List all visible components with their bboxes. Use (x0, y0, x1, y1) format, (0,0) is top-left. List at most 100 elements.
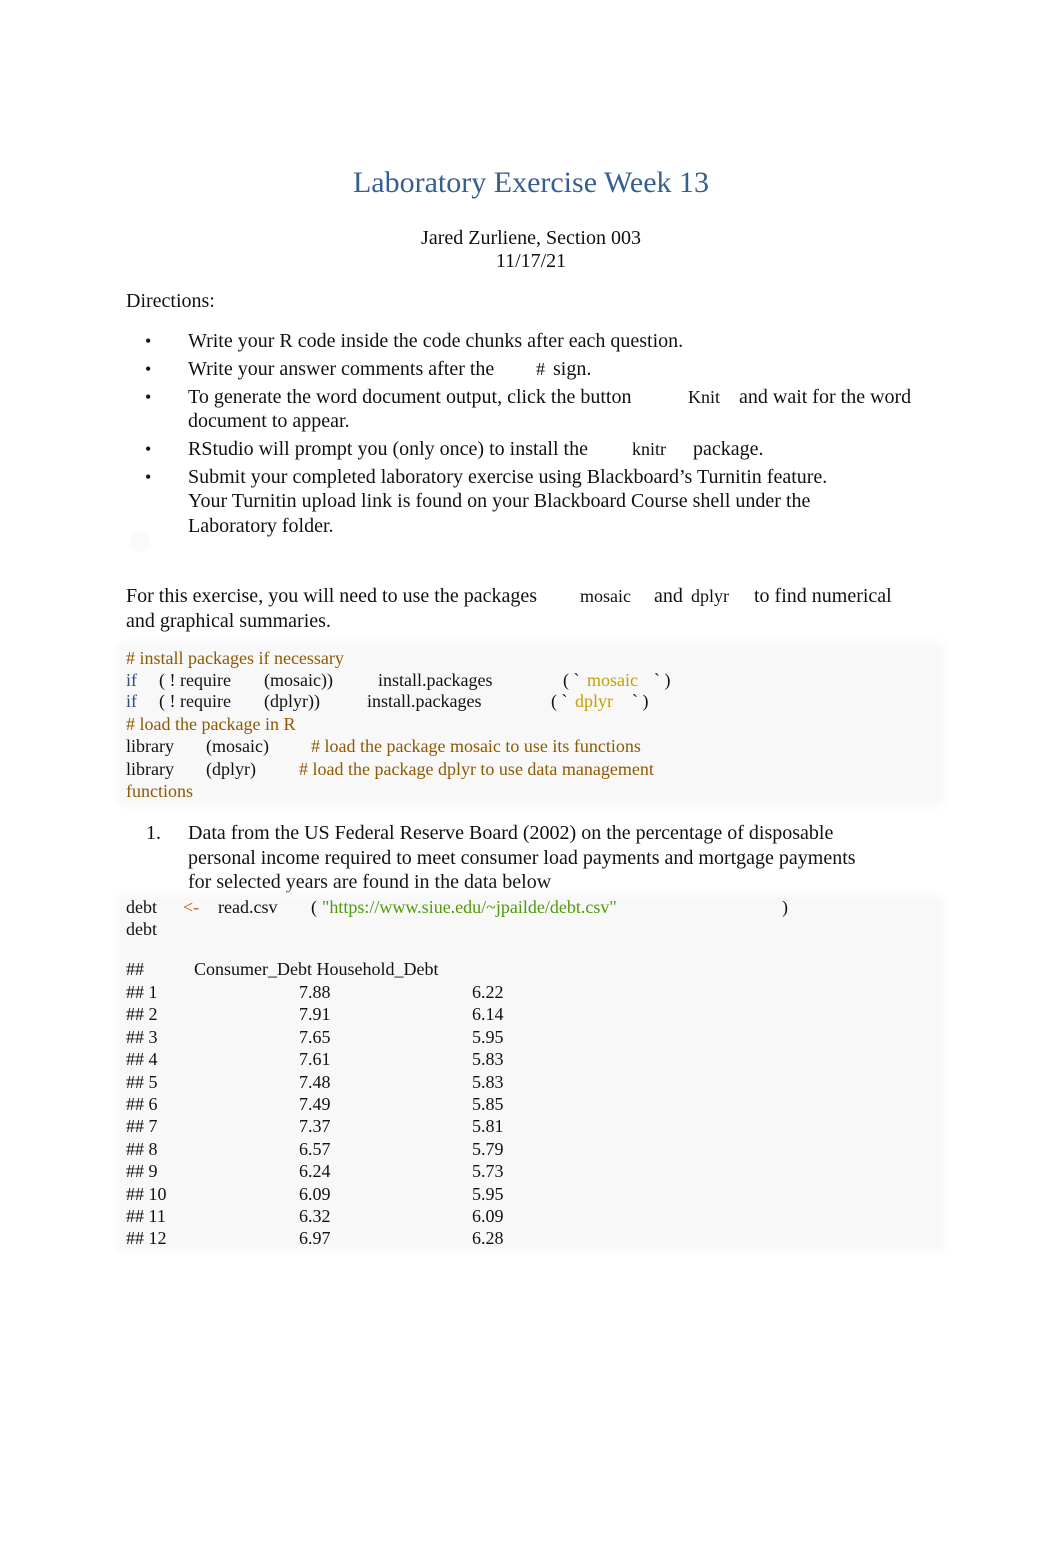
code-token: ( ` (551, 691, 568, 711)
directions-text: Laboratory folder. (188, 515, 334, 537)
code-token: ( (311, 897, 317, 917)
question-number: 1. (146, 822, 161, 844)
code-string: mosaic (587, 670, 638, 690)
code-token: (mosaic) (206, 736, 269, 756)
intro-text: and graphical summaries. (126, 610, 331, 632)
document-date: 11/17/21 (495, 250, 567, 272)
code-token: (mosaic)) (264, 670, 333, 690)
household-debt-value: 5.95 (472, 1184, 504, 1204)
household-debt-value: 6.09 (472, 1206, 504, 1226)
hash-sign-code: # (536, 359, 545, 379)
code-function: install.packages (378, 670, 493, 690)
code-token: ( ` (563, 670, 580, 690)
directions-text: Submit your completed laboratory exercis… (188, 466, 828, 488)
consumer-debt-value: 6.09 (299, 1184, 331, 1204)
household-debt-value: 5.83 (472, 1049, 504, 1069)
row-label: ## 8 (126, 1139, 158, 1159)
code-variable: debt (126, 919, 157, 939)
code-token: (dplyr)) (264, 691, 320, 711)
code-comment: # install packages if necessary (126, 648, 344, 668)
household-debt-value: 6.14 (472, 1004, 504, 1024)
consumer-debt-value: 7.65 (299, 1027, 331, 1047)
question-text: for selected years are found in the data… (188, 871, 552, 893)
row-label: ## 10 (126, 1184, 167, 1204)
knit-code: Knit (688, 387, 721, 407)
household-debt-value: 5.81 (472, 1116, 504, 1136)
intro-text: For this exercise, you will need to use … (126, 585, 537, 607)
code-string: dplyr (575, 691, 613, 711)
consumer-debt-value: 6.97 (299, 1228, 331, 1248)
code-function: install.packages (367, 691, 482, 711)
consumer-debt-value: 7.37 (299, 1116, 331, 1136)
code-comment: functions (126, 781, 193, 801)
author-line: Jared Zurliene, Section 003 (421, 227, 641, 249)
code-string-url: "https://www.siue.edu/~jpailde/debt.csv" (322, 897, 617, 917)
code-comment: # load the package in R (126, 714, 296, 734)
consumer-debt-value: 7.88 (299, 982, 331, 1002)
code-chunk-debt (120, 898, 940, 1248)
code-function: library (126, 736, 174, 756)
household-debt-value: 5.95 (472, 1027, 504, 1047)
directions-heading: Directions: (126, 290, 215, 312)
directions-text: Your Turnitin upload link is found on yo… (188, 490, 811, 512)
output-column-headers: Consumer_Debt Household_Debt (194, 959, 439, 979)
question-text: Data from the US Federal Reserve Board (… (188, 822, 834, 844)
code-token: ) (782, 897, 788, 917)
directions-text: and wait for the word (739, 386, 912, 408)
row-label: ## 12 (126, 1228, 167, 1248)
consumer-debt-value: 6.24 (299, 1161, 331, 1181)
output-prefix: ## (126, 959, 144, 979)
household-debt-value: 6.28 (472, 1228, 504, 1248)
intro-text: and (654, 585, 683, 607)
row-label: ## 2 (126, 1004, 158, 1024)
directions-text: To generate the word document output, cl… (188, 386, 632, 408)
row-label: ## 6 (126, 1094, 158, 1114)
directions-text: sign. (553, 358, 592, 380)
code-token: ( ! require (159, 691, 231, 711)
consumer-debt-value: 7.61 (299, 1049, 331, 1069)
package-mosaic-code: mosaic (580, 586, 631, 606)
question-text: personal income required to meet consume… (188, 847, 856, 869)
code-comment: # load the package mosaic to use its fun… (311, 736, 641, 756)
code-token: ` ) (654, 670, 671, 690)
consumer-debt-value: 6.32 (299, 1206, 331, 1226)
code-token: ` ) (632, 691, 649, 711)
knitr-code: knitr (632, 439, 666, 459)
row-label: ## 1 (126, 982, 158, 1002)
row-label: ## 3 (126, 1027, 158, 1047)
code-token: (dplyr) (206, 759, 256, 779)
code-variable: debt (126, 897, 157, 917)
bullet-icon: • (145, 467, 152, 487)
document-title: Laboratory Exercise Week 13 (352, 166, 710, 199)
code-assign-operator: <- (183, 897, 200, 917)
intro-text: to find numerical (754, 585, 892, 607)
household-debt-value: 5.83 (472, 1072, 504, 1092)
code-function: library (126, 759, 174, 779)
directions-text: package. (693, 438, 764, 460)
bullet-icon: • (145, 331, 152, 351)
row-label: ## 4 (126, 1049, 158, 1069)
household-debt-value: 6.22 (472, 982, 504, 1002)
bullet-icon: • (145, 387, 152, 407)
directions-text: Write your answer comments after the (188, 358, 495, 380)
code-keyword-if: if (126, 691, 137, 711)
household-debt-value: 5.79 (472, 1139, 504, 1159)
directions-text: RStudio will prompt you (only once) to i… (188, 438, 588, 460)
faint-artifact (130, 532, 150, 552)
row-label: ## 5 (126, 1072, 158, 1092)
consumer-debt-value: 7.91 (299, 1004, 331, 1024)
directions-text: Write your R code inside the code chunks… (188, 330, 684, 352)
consumer-debt-value: 7.48 (299, 1072, 331, 1092)
bullet-icon: • (145, 439, 152, 459)
row-label: ## 11 (126, 1206, 166, 1226)
consumer-debt-value: 7.49 (299, 1094, 331, 1114)
household-debt-value: 5.73 (472, 1161, 504, 1181)
code-function: read.csv (218, 897, 278, 917)
row-label: ## 9 (126, 1161, 158, 1181)
package-dplyr-code: dplyr (691, 586, 729, 606)
consumer-debt-value: 6.57 (299, 1139, 331, 1159)
row-label: ## 7 (126, 1116, 158, 1136)
directions-text: document to appear. (188, 410, 350, 432)
code-token: ( ! require (159, 670, 231, 690)
code-comment: # load the package dplyr to use data man… (299, 759, 654, 779)
